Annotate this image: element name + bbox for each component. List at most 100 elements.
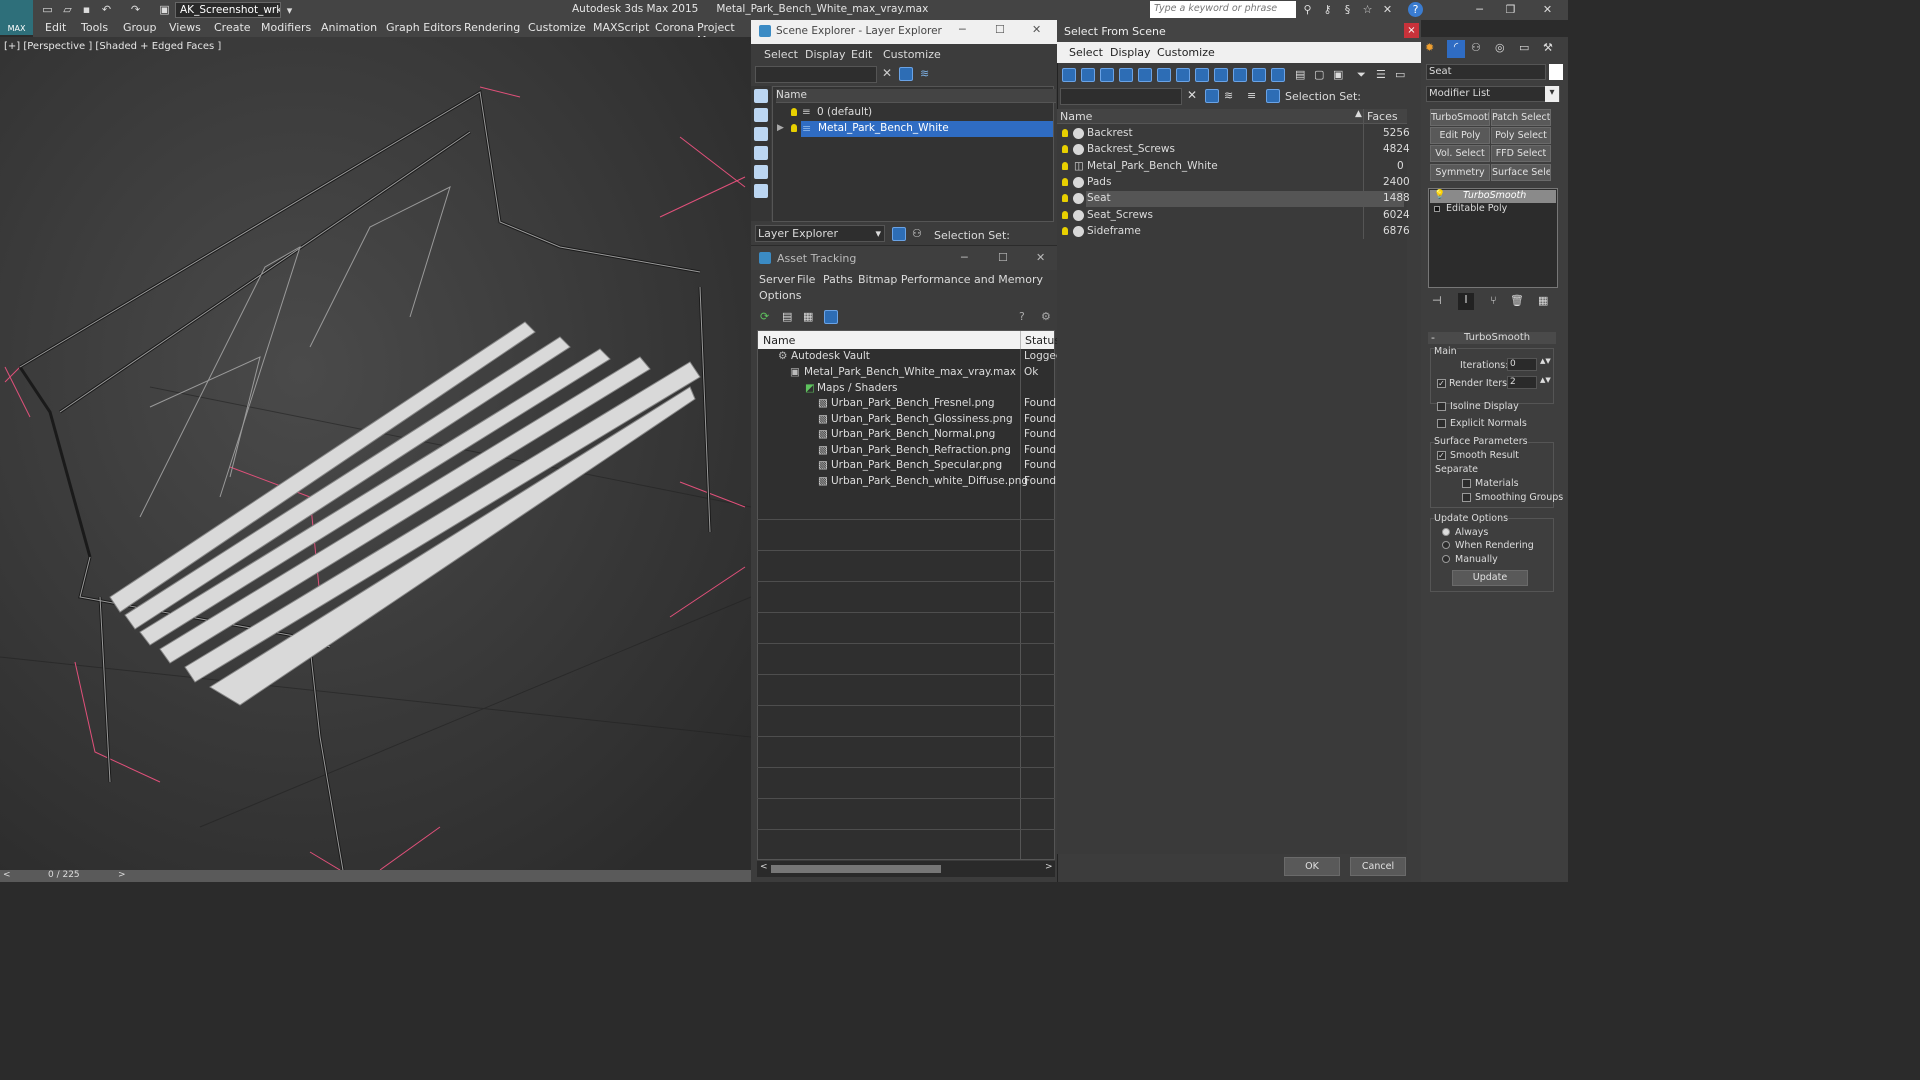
object-row-selected[interactable]: Seat 1488 — [1057, 191, 1410, 207]
sfs-search-input[interactable] — [1060, 88, 1182, 105]
undo-icon[interactable]: ↶ — [99, 2, 114, 17]
at-menu-file[interactable]: File — [797, 273, 815, 286]
at-menu-options[interactable]: Options — [759, 289, 801, 302]
menu-views[interactable]: Views — [169, 21, 201, 34]
se-menu-select[interactable]: Select — [764, 48, 798, 61]
maximize-icon[interactable]: ☐ — [995, 23, 1005, 36]
cancel-button[interactable]: Cancel — [1350, 857, 1406, 876]
asset-row[interactable]: ▧ Urban_Park_Bench_white_Diffuse.png Found — [758, 475, 1056, 490]
clear-search-icon[interactable]: ✕ — [882, 66, 892, 80]
object-row[interactable]: ◫ Metal_Park_Bench_White 0 — [1057, 159, 1407, 175]
layer-row[interactable]: ≡ 0 (default) — [773, 105, 1053, 121]
explicit-normals-checkbox[interactable] — [1437, 419, 1446, 428]
mod-btn-edit-poly[interactable]: Edit Poly — [1430, 127, 1490, 144]
asset-row[interactable]: ◩ Maps / Shaders — [758, 382, 1054, 397]
filter-helpers-icon[interactable] — [1138, 68, 1152, 82]
hierarchy-icon[interactable]: ⚇ — [912, 227, 922, 240]
col-name-header[interactable]: Name — [1060, 110, 1092, 123]
keyword-search-input[interactable]: Type a keyword or phrase — [1150, 1, 1296, 18]
object-row[interactable]: Backrest 5256 — [1057, 126, 1410, 142]
community-icon[interactable]: § — [1340, 2, 1355, 17]
workspace-chevron-icon[interactable]: ▾ — [282, 3, 297, 18]
display-helpers-icon[interactable] — [754, 184, 768, 198]
col-name-header[interactable]: Name — [763, 334, 795, 347]
scene-explorer-titlebar[interactable]: Scene Explorer - Layer Explorer ─ ☐ ✕ — [751, 20, 1057, 44]
thumbnail-view-icon[interactable]: ▦ — [803, 310, 813, 323]
se-menu-customize[interactable]: Customize — [883, 48, 941, 61]
restore-icon[interactable]: ❐ — [1503, 2, 1518, 17]
stack-item-turbosmooth[interactable]: 💡 TurboSmooth — [1430, 190, 1556, 203]
filter-lights-icon[interactable] — [1100, 68, 1114, 82]
new-file-icon[interactable]: ▭ — [40, 2, 55, 17]
display-lights-icon[interactable] — [754, 146, 768, 160]
scroll-thumb[interactable] — [771, 865, 941, 873]
mod-btn-symmetry[interactable]: Symmetry — [1430, 164, 1490, 181]
select-invert-icon[interactable]: ▣ — [1333, 68, 1343, 81]
filter-hidden-icon[interactable] — [1271, 68, 1285, 82]
mod-btn-vol-select[interactable]: Vol. Select — [1430, 145, 1490, 162]
sort-ascending-icon[interactable]: ▲ — [1355, 109, 1362, 119]
col-status-header[interactable]: Status — [1025, 334, 1060, 347]
help-icon[interactable]: ? — [1019, 310, 1025, 323]
help-icon[interactable]: ? — [1408, 2, 1423, 17]
display-options-icon[interactable]: ≋ — [1224, 89, 1233, 102]
light-bulb-icon[interactable]: 💡 — [1434, 190, 1445, 200]
object-row[interactable]: Pads 2400 — [1057, 175, 1410, 191]
mod-btn-surface-select[interactable]: Surface Select — [1491, 164, 1551, 181]
ok-button[interactable]: OK — [1284, 857, 1340, 876]
refresh-icon[interactable]: ⟳ — [760, 310, 769, 323]
mod-btn-ffd-select[interactable]: FFD Select — [1491, 145, 1551, 162]
clear-search-icon[interactable]: ✕ — [1187, 88, 1197, 102]
filter-geometry-icon[interactable] — [1062, 68, 1076, 82]
render-iters-checkbox[interactable]: ✓ — [1437, 379, 1446, 388]
sfs-menu-display[interactable]: Display — [1110, 46, 1151, 59]
menu-rendering[interactable]: Rendering — [464, 21, 520, 34]
always-radio[interactable] — [1442, 528, 1450, 536]
binoculars-icon[interactable]: ⚲ — [1300, 2, 1315, 17]
asset-row[interactable]: ▧ Urban_Park_Bench_Glossiness.png Found — [758, 413, 1056, 428]
light-bulb-icon[interactable] — [1062, 162, 1068, 170]
list-view-icon[interactable]: ▤ — [782, 310, 792, 323]
filter-frozen-icon[interactable] — [1252, 68, 1266, 82]
hierarchy-tab-icon[interactable]: ⚇ — [1471, 41, 1481, 54]
menu-create[interactable]: Create — [214, 21, 251, 34]
modify-tab-icon[interactable]: ◜ — [1447, 40, 1465, 58]
configure-sets-icon[interactable]: ▦ — [1538, 294, 1548, 307]
chevron-down-icon[interactable]: ▾ — [1545, 86, 1559, 102]
sfs-menu-customize[interactable]: Customize — [1157, 46, 1215, 59]
funnel-icon[interactable]: ⏷ — [1357, 68, 1366, 82]
column-header-name[interactable]: Name — [776, 89, 1056, 103]
time-slider[interactable]: < 0 / 225 > — [0, 870, 751, 882]
star-icon[interactable]: ☆ — [1360, 2, 1375, 17]
asset-row[interactable]: ▧ Urban_Park_Bench_Refraction.png Found — [758, 444, 1056, 459]
stack-item-editable-poly[interactable]: Editable Poly — [1430, 203, 1558, 216]
light-bulb-icon[interactable] — [1062, 129, 1068, 137]
close-icon[interactable]: ✕ — [1036, 251, 1045, 264]
menu-edit[interactable]: Edit — [45, 21, 66, 34]
asset-row[interactable]: ▣ Metal_Park_Bench_White_max_vray.max Ok — [758, 366, 1054, 381]
make-unique-icon[interactable]: ⑂ — [1490, 294, 1497, 307]
object-row[interactable]: Seat_Screws 6024 — [1057, 208, 1410, 224]
display-tab-icon[interactable]: ▭ — [1519, 41, 1529, 54]
object-name-field[interactable]: Seat — [1426, 64, 1546, 80]
light-bulb-icon[interactable] — [1062, 194, 1068, 202]
layer-row-selected[interactable]: Metal_Park_Bench_White — [801, 121, 1053, 137]
utilities-tab-icon[interactable]: ⚒ — [1543, 41, 1553, 54]
display-geometry-icon[interactable] — [754, 108, 768, 122]
horizontal-scrollbar[interactable]: < > — [757, 861, 1055, 877]
layer-icon[interactable]: ≡ — [1247, 89, 1256, 102]
expand-arrow-icon[interactable]: ▶ — [777, 123, 784, 133]
save-icon[interactable]: ▪ — [79, 2, 94, 17]
minimize-icon[interactable]: ─ — [1472, 2, 1487, 17]
layer-options-icon[interactable]: ≋ — [920, 67, 929, 80]
explorer-type-dropdown[interactable]: Layer Explorer ▾ — [755, 225, 885, 242]
exchange-icon[interactable]: ✕ — [1380, 2, 1395, 17]
pin-stack-icon[interactable]: ⊣ — [1432, 294, 1442, 307]
filter-bones-icon[interactable] — [1214, 68, 1228, 82]
iterations-spinner[interactable]: 0 — [1507, 358, 1537, 371]
create-tab-icon[interactable]: ✹ — [1425, 41, 1434, 54]
mod-btn-patch-select[interactable]: Patch Select — [1491, 109, 1551, 126]
light-bulb-icon[interactable] — [1062, 227, 1068, 235]
object-color-swatch[interactable] — [1549, 64, 1563, 80]
show-end-result-icon[interactable]: Ⅰ — [1458, 293, 1474, 310]
